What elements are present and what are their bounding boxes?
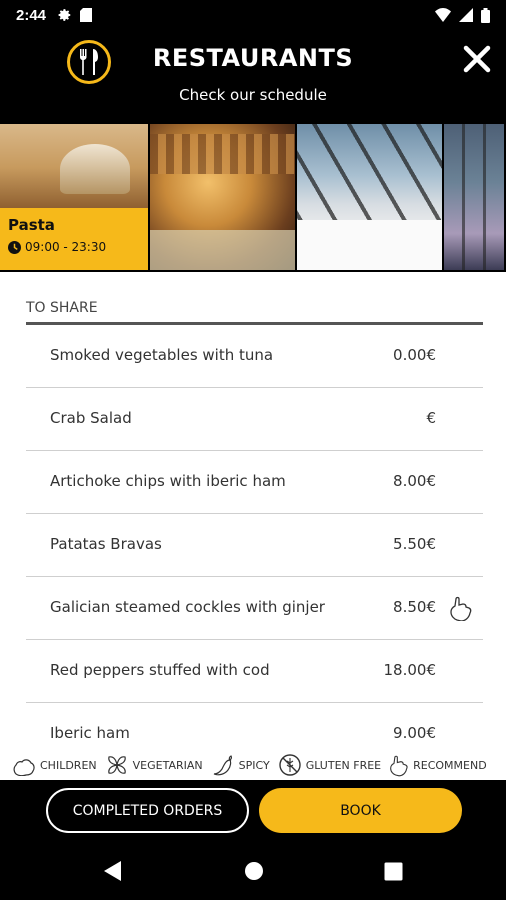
menu-item-name: Crab Salad — [50, 409, 132, 427]
close-button[interactable] — [462, 44, 492, 74]
vegetarian-icon — [107, 756, 126, 774]
recommended-icon — [390, 755, 408, 777]
legend-spicy-label: SPICY — [238, 758, 270, 772]
status-time: 2:44 — [16, 6, 47, 24]
settings-gear-icon — [58, 9, 71, 21]
menu-item-price: 8.00€ — [393, 472, 436, 490]
menu-item[interactable]: Iberic ham 9.00€ — [26, 703, 483, 750]
signal-icon — [459, 8, 473, 22]
restaurant-hours: 09:00 - 23:30 — [8, 240, 140, 254]
legend-children-label: CHILDREN — [40, 758, 97, 772]
battery-icon — [481, 7, 490, 23]
legend-vegetarian-label: VEGETARIAN — [132, 758, 203, 772]
menu-item-name: Smoked vegetables with tuna — [50, 346, 274, 364]
book-button[interactable]: BOOK — [259, 788, 462, 833]
sd-card-icon — [80, 8, 93, 22]
status-bar: 2:44 — [0, 0, 506, 30]
menu-item[interactable]: Artichoke chips with iberic ham 8.00€ — [26, 451, 483, 514]
completed-orders-button[interactable]: COMPLETED ORDERS — [46, 788, 249, 833]
legend-recommended-label: RECOMMEND — [413, 758, 487, 772]
menu-item-price: 5.50€ — [393, 535, 436, 553]
menu-item-name: Red peppers stuffed with cod — [50, 661, 270, 679]
legend-gluten-free: GLUTEN FREE — [278, 753, 381, 777]
restaurant-photo-3[interactable] — [297, 124, 442, 270]
menu-item[interactable]: Galician steamed cockles with ginjer 8.5… — [26, 577, 483, 640]
nav-home-button[interactable] — [239, 856, 269, 886]
clock-icon — [8, 240, 21, 254]
menu-item-price: 8.50€ — [393, 598, 436, 616]
back-triangle-icon — [104, 861, 121, 881]
restaurant-photo-4[interactable] — [444, 124, 504, 270]
photo-decoration — [150, 134, 295, 174]
menu-item-price: 0.00€ — [393, 346, 436, 364]
photo-decoration — [60, 144, 130, 194]
legend-vegetarian: VEGETARIAN — [105, 753, 203, 777]
legend-recommended: RECOMMEND — [389, 753, 487, 777]
nav-recents-button[interactable] — [378, 856, 408, 886]
menu-list: Smoked vegetables with tuna 0.00€ Crab S… — [26, 325, 483, 750]
gluten-free-icon — [278, 754, 301, 776]
restaurant-photo-2[interactable] — [150, 124, 295, 270]
menu-item-name: Patatas Bravas — [50, 535, 162, 553]
children-icon — [13, 759, 35, 776]
menu-section-title: TO SHARE — [26, 300, 98, 316]
close-icon — [463, 45, 491, 73]
action-bar: COMPLETED ORDERS BOOK — [0, 780, 506, 840]
menu-item-price: € — [426, 409, 436, 427]
menu-item[interactable]: Smoked vegetables with tuna 0.00€ — [26, 325, 483, 388]
menu-item-price: 9.00€ — [393, 724, 436, 742]
restaurant-name: Pasta — [8, 216, 55, 234]
page-title: RESTAURANTS — [152, 44, 354, 72]
legend-children: CHILDREN — [12, 754, 97, 776]
recents-square-icon — [384, 862, 402, 880]
menu-item-name: Galician steamed cockles with ginjer — [50, 598, 325, 616]
legend-spicy: SPICY — [211, 753, 270, 777]
restaurant-label: Pasta 09:00 - 23:30 — [0, 208, 148, 270]
legend-gluten-free-label: GLUTEN FREE — [305, 758, 382, 772]
nav-back-button[interactable] — [98, 856, 128, 886]
page-subtitle: Check our schedule — [179, 86, 327, 104]
menu-item-name: Iberic ham — [50, 724, 130, 742]
restaurant-photo-pasta[interactable]: Pasta 09:00 - 23:30 — [0, 124, 148, 270]
app-header: RESTAURANTS Check our schedule — [0, 30, 506, 122]
wifi-icon — [435, 8, 451, 22]
system-nav-bar — [0, 840, 506, 900]
home-circle-icon — [245, 862, 263, 880]
menu-panel[interactable]: TO SHARE Smoked vegetables with tuna 0.0… — [0, 272, 506, 750]
photo-decoration — [297, 220, 442, 270]
menu-item-name: Artichoke chips with iberic ham — [50, 472, 286, 490]
status-notification-icons — [58, 8, 93, 22]
spicy-chili-icon — [213, 755, 232, 776]
menu-item[interactable]: Red peppers stuffed with cod 18.00€ — [26, 640, 483, 703]
menu-item-price: 18.00€ — [383, 661, 437, 679]
menu-item[interactable]: Patatas Bravas 5.50€ — [26, 514, 483, 577]
restaurant-hours-text: 09:00 - 23:30 — [25, 240, 107, 254]
photo-decoration — [444, 124, 504, 270]
restaurant-photo-carousel[interactable]: Pasta 09:00 - 23:30 — [0, 122, 506, 272]
menu-item[interactable]: Crab Salad € — [26, 388, 483, 451]
status-system-icons — [435, 7, 490, 23]
recommended-icon — [450, 596, 472, 621]
photo-decoration — [150, 230, 295, 270]
diet-legend: CHILDREN VEGETARIAN SPICY GLUTEN FREE RE… — [0, 750, 506, 780]
